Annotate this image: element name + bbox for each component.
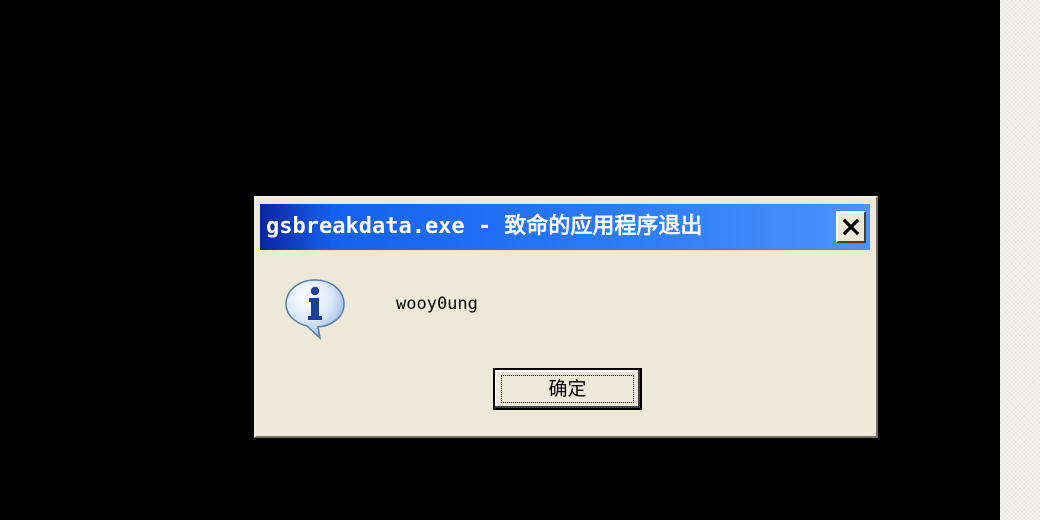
dialog-titlebar[interactable]: gsbreakdata.exe - 致命的应用程序退出 <box>260 204 870 250</box>
close-button[interactable] <box>836 211 866 243</box>
ok-button[interactable]: 确定 <box>493 368 642 410</box>
error-dialog: gsbreakdata.exe - 致命的应用程序退出 wooy0ung 确定 <box>254 196 878 438</box>
dialog-title: gsbreakdata.exe - 致命的应用程序退出 <box>266 214 703 239</box>
dialog-message: wooy0ung <box>396 294 478 314</box>
info-icon <box>285 279 345 341</box>
close-icon <box>842 218 860 236</box>
ok-button-label: 确定 <box>548 378 587 400</box>
desktop-edge-panel <box>1000 0 1040 520</box>
